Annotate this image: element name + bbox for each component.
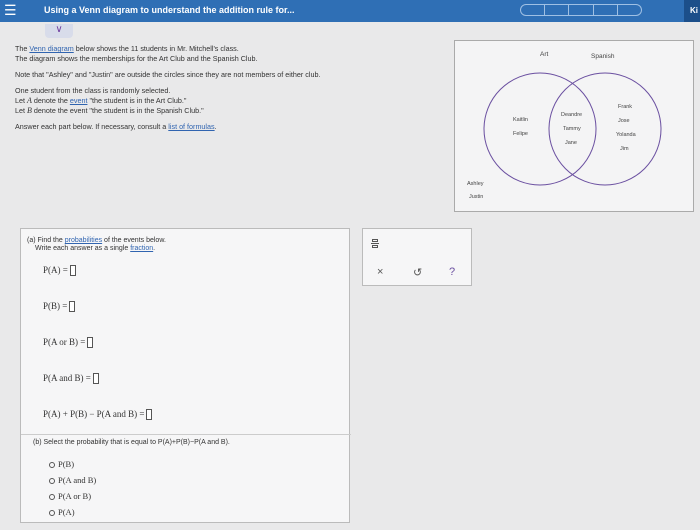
- radio-icon[interactable]: [49, 478, 55, 485]
- outside-name: Ashley: [467, 181, 484, 187]
- art-only-name: Felipe: [513, 131, 528, 137]
- menu-icon[interactable]: ☰: [4, 3, 17, 17]
- part-a-title: (a) Find the probabilities of the events…: [27, 237, 166, 252]
- both-name: Tammy: [563, 126, 581, 132]
- expr-addition-rule: P(A) + P(B) − P(A and B) =: [43, 409, 153, 421]
- expr-p-a-or-b: P(A or B) =: [43, 337, 94, 349]
- radio-icon[interactable]: [49, 510, 55, 517]
- formulas-link[interactable]: list of formulas: [168, 122, 214, 131]
- spanish-only-name: Frank: [618, 104, 633, 110]
- answer-input[interactable]: [69, 265, 76, 277]
- intro-line-6: Let B denote the event "the student is i…: [15, 106, 204, 115]
- fraction-link[interactable]: fraction: [130, 245, 153, 252]
- outside-name: Justin: [469, 194, 484, 200]
- question-panel: (a) Find the probabilities of the events…: [20, 228, 351, 523]
- spanish-only-name: Yolanda: [616, 132, 636, 138]
- expr-p-a: P(A) =: [43, 265, 76, 277]
- intro-line-1: The Venn diagram below shows the 11 stud…: [15, 44, 239, 53]
- progress-bar: [520, 4, 642, 16]
- page-title: Using a Venn diagram to understand the a…: [44, 5, 295, 15]
- divider: [21, 434, 351, 435]
- intro-line-3: Note that "Ashley" and "Justin" are outs…: [15, 70, 321, 79]
- intro-line-7: Answer each part below. If necessary, co…: [15, 122, 217, 131]
- event-link[interactable]: event: [70, 96, 88, 105]
- answer-input[interactable]: [69, 301, 76, 313]
- venn-diagram-link[interactable]: Venn diagram: [29, 44, 73, 53]
- probabilities-link[interactable]: probabilities: [65, 237, 102, 244]
- collapse-chevron-icon[interactable]: ∨: [45, 24, 73, 38]
- option-p-a[interactable]: P(A): [49, 507, 75, 517]
- fraction-icon[interactable]: [371, 239, 379, 251]
- option-p-a-and-b[interactable]: P(A and B): [49, 475, 96, 485]
- venn-diagram: Art Spanish Kaitlin Felipe Deandre Tammy…: [454, 40, 694, 212]
- answer-input[interactable]: [92, 373, 99, 385]
- clear-button[interactable]: ×: [377, 266, 383, 278]
- expr-p-a-and-b: P(A and B) =: [43, 373, 99, 385]
- both-name: Jane: [565, 140, 577, 146]
- radio-icon[interactable]: [49, 494, 55, 501]
- spanish-only-name: Jim: [620, 146, 629, 152]
- art-label: Art: [540, 51, 549, 58]
- option-p-a-or-b[interactable]: P(A or B): [49, 491, 91, 501]
- both-name: Deandre: [561, 112, 583, 118]
- intro-line-2: The diagram shows the memberships for th…: [15, 54, 258, 63]
- top-bar: ☰ Using a Venn diagram to understand the…: [0, 0, 700, 22]
- intro-line-5: Let A denote the event "the student is i…: [15, 96, 187, 105]
- radio-icon[interactable]: [49, 462, 55, 469]
- part-b-prompt: (b) Select the probability that is equal…: [33, 439, 230, 446]
- spanish-only-name: Jose: [618, 118, 630, 124]
- option-p-b[interactable]: P(B): [49, 459, 74, 469]
- expr-p-b: P(B) =: [43, 301, 76, 313]
- tool-panel: × ↺ ?: [362, 228, 472, 286]
- spanish-label: Spanish: [591, 53, 615, 60]
- corner-button[interactable]: Ki: [684, 0, 700, 22]
- answer-input[interactable]: [146, 409, 153, 421]
- undo-button[interactable]: ↺: [413, 266, 422, 279]
- help-button[interactable]: ?: [449, 266, 455, 278]
- answer-input[interactable]: [87, 337, 94, 349]
- art-only-name: Kaitlin: [513, 117, 528, 123]
- intro-line-4: One student from the class is randomly s…: [15, 86, 171, 95]
- intro-text: The Venn diagram below shows the 11 stud…: [15, 44, 455, 132]
